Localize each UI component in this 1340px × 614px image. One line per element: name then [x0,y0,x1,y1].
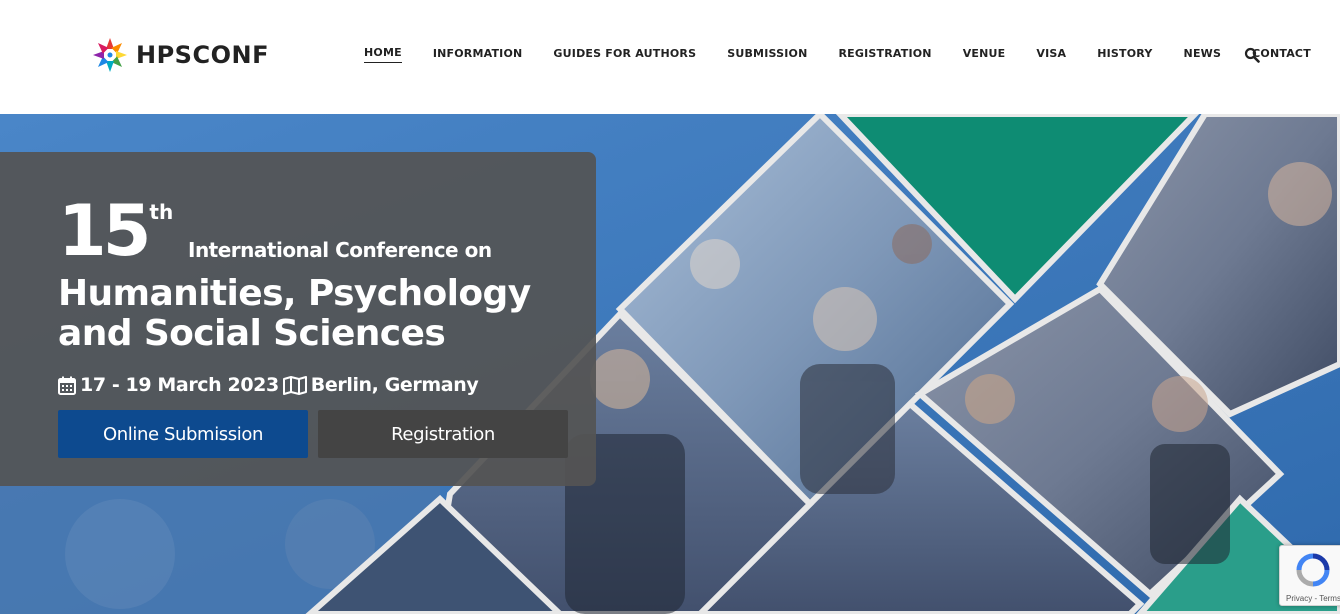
event-location: Berlin, Germany [310,374,479,396]
calendar-icon [58,376,76,395]
event-meta: 17 - 19 March 2023 Berlin, Germany [58,374,479,396]
site-header: HPSCONF HOME INFORMATION GUIDES FOR AUTH… [0,0,1340,114]
map-icon [282,375,307,395]
nav-item-contact[interactable]: CONTACT [1252,47,1311,63]
nav-item-guides-for-authors[interactable]: GUIDES FOR AUTHORS [553,47,696,63]
conference-prefix: International Conference on [188,238,492,262]
hero-banner: 15 th International Conference on Humani… [0,114,1340,614]
nav-item-news[interactable]: NEWS [1184,47,1222,63]
recaptcha-footer[interactable]: Privacy - Terms [1286,594,1340,603]
logo-mark-icon [93,38,127,72]
edition-number-value: 15 [58,190,151,272]
conference-title: Humanities, Psychology and Social Scienc… [58,273,531,354]
nav-item-information[interactable]: INFORMATION [433,47,523,63]
registration-button[interactable]: Registration [318,410,568,458]
search-icon[interactable] [1244,47,1260,63]
nav-item-venue[interactable]: VENUE [963,47,1006,63]
brand-name: HPSCONF [136,41,269,69]
nav-item-registration[interactable]: REGISTRATION [838,47,931,63]
main-nav: HOME INFORMATION GUIDES FOR AUTHORS SUBM… [364,46,1311,63]
online-submission-button[interactable]: Online Submission [58,410,308,458]
edition-number: 15 th [58,196,173,266]
recaptcha-icon [1296,553,1330,587]
nav-item-history[interactable]: HISTORY [1097,47,1152,63]
brand-logo[interactable]: HPSCONF [92,37,269,73]
nav-item-home[interactable]: HOME [364,46,402,63]
nav-item-visa[interactable]: VISA [1036,47,1066,63]
event-dates: 17 - 19 March 2023 [80,374,279,396]
hero-info-card: 15 th International Conference on Humani… [0,152,596,486]
edition-suffix: th [149,200,174,224]
nav-item-submission[interactable]: SUBMISSION [727,47,807,63]
recaptcha-badge[interactable]: Privacy - Terms [1279,545,1340,606]
